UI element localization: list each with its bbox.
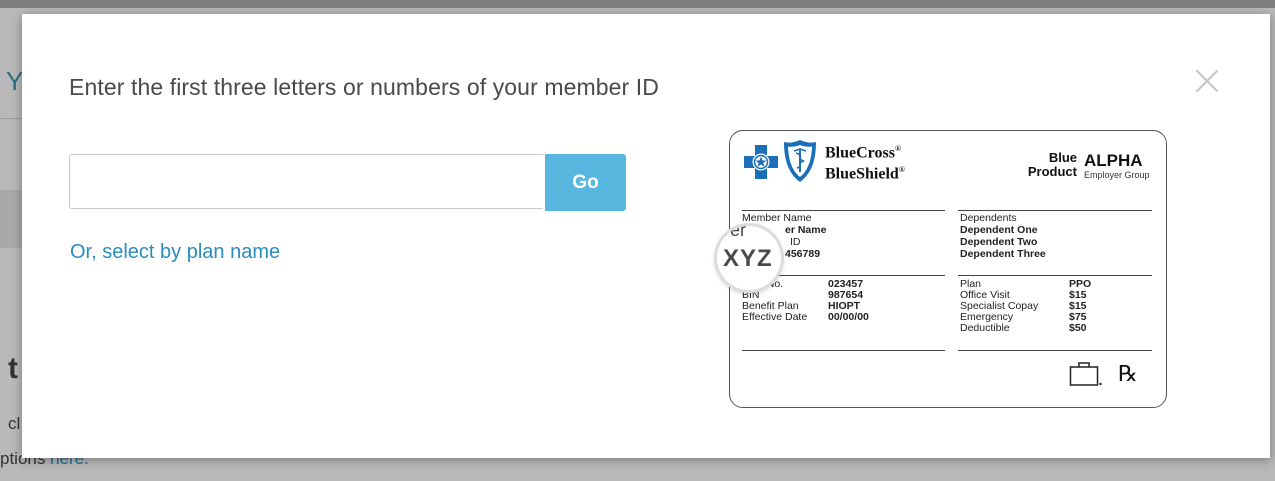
close-x-icon[interactable]: [1194, 68, 1220, 94]
card-divider: [958, 210, 1152, 211]
dependent-item: Dependent One: [960, 224, 1038, 236]
background-top-band: [0, 0, 1275, 8]
card-field-bin-value: 987654: [828, 289, 864, 301]
card-group-name: ALPHA: [1084, 151, 1143, 170]
card-field-group-number-value: 023457: [828, 278, 864, 290]
card-field-office-visit: Office Visit: [960, 289, 1010, 301]
background-divider: [0, 118, 22, 119]
card-field-deductible-value: $50: [1069, 322, 1087, 334]
card-field-plan: Plan: [960, 278, 982, 290]
member-name-label: Member Name: [742, 212, 812, 224]
go-button[interactable]: Go: [545, 154, 626, 211]
card-field-specialist-copay: Specialist Copay: [960, 300, 1039, 312]
member-name-value: er Name: [785, 224, 827, 236]
card-field-effective-date-value: 00/00/00: [828, 311, 869, 323]
dependents-label: Dependents: [960, 212, 1017, 224]
card-group-sub: Employer Group: [1084, 170, 1150, 180]
member-id-prefix-input[interactable]: [69, 154, 543, 209]
card-divider: [742, 210, 945, 211]
card-field-plan-value: PPO: [1069, 278, 1092, 290]
member-id-magnifier: ver XYZ: [717, 226, 781, 290]
background-title-fragment: t: [8, 352, 18, 385]
dependent-item: Dependent Three: [960, 248, 1046, 260]
card-field-benefit-plan: Benefit Plan: [742, 300, 799, 312]
card-field-benefit-plan-value: HIOPT: [828, 300, 861, 312]
member-id-prefix-sample: XYZ: [723, 245, 773, 272]
dependent-item: Dependent Two: [960, 236, 1038, 248]
background-heading-fragment: Y: [6, 66, 24, 96]
magnifier-ghost-text: ver: [721, 226, 747, 240]
background-band: [0, 190, 22, 248]
select-by-plan-name-link[interactable]: Or, select by plan name: [70, 241, 280, 264]
card-divider: [958, 275, 1152, 276]
card-field-emergency-value: $75: [1069, 311, 1087, 323]
card-field-specialist-copay-value: $15: [1069, 300, 1087, 312]
blueshield-logo-icon: [784, 140, 816, 182]
card-divider: [958, 350, 1152, 351]
member-id-value: 456789: [785, 248, 821, 260]
rx-icon: ℞: [1118, 361, 1138, 386]
briefcase-icon: [1069, 362, 1102, 386]
member-id-modal: Enter the first three letters or numbers…: [22, 14, 1270, 458]
card-field-deductible: Deductible: [960, 322, 1010, 334]
card-field-bin: BIN: [742, 289, 760, 301]
sample-member-card: BlueCross® BlueShield® Blue Product ALPH…: [729, 130, 1167, 408]
card-brand-line1: BlueCross: [825, 144, 895, 162]
card-product-line1: Blue: [1048, 150, 1077, 165]
card-field-emergency: Emergency: [960, 311, 1014, 323]
card-product-name: Blue Product: [1003, 151, 1077, 179]
bluecross-logo-icon: [744, 145, 778, 179]
background-text-fragment: cl: [8, 414, 21, 433]
card-divider: [742, 350, 945, 351]
card-field-office-visit-value: $15: [1069, 289, 1087, 301]
card-brand-name: BlueCross® BlueShield®: [825, 144, 905, 183]
card-product-line2: Product: [1027, 164, 1077, 179]
member-id-label: ID: [790, 236, 801, 248]
card-field-effective-date: Effective Date: [742, 311, 808, 323]
modal-prompt: Enter the first three letters or numbers…: [69, 74, 659, 100]
card-brand-line2: BlueShield: [825, 165, 899, 183]
